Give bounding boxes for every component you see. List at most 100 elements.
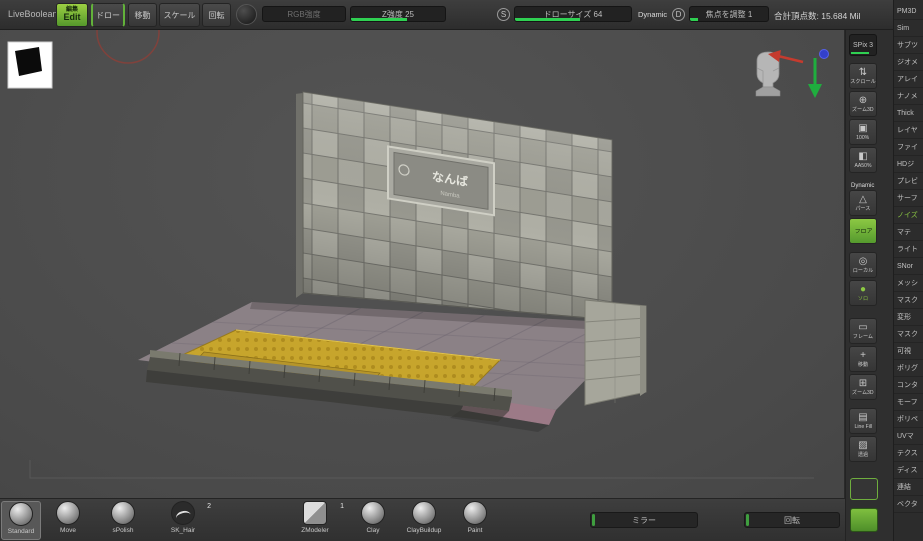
scroll-icon: ⇅ [858,66,868,78]
tool-panel-item[interactable]: テクス [894,445,923,462]
rotate-slider[interactable]: 回転 [744,512,840,528]
tool-panel-item[interactable]: コンタ [894,377,923,394]
mirror-slider[interactable]: ミラー [590,512,698,528]
z-intensity-slider[interactable]: Z強度 25 [350,6,446,22]
brush-spolish[interactable]: sPolish [99,501,147,540]
edit-button[interactable]: 編集 Edit [56,3,88,27]
tool-panel-item[interactable]: マスク [894,292,923,309]
tool-panel-item[interactable]: ディス [894,462,923,479]
tool-panel-item[interactable]: プレビ [894,173,923,190]
tool-panel-item[interactable]: メッシ [894,275,923,292]
brush-label: Paint [467,527,483,534]
shelf-button-aa-half[interactable]: ◧ AA50% [849,147,877,173]
shelf-label-actual-size: 100% [856,134,870,141]
alpha-preview[interactable] [7,41,53,89]
shelf-label-zoom-view: ズーム3D [852,389,874,396]
tool-panel-item[interactable]: 変形 [894,309,923,326]
tool-panel-item[interactable]: 可視 [894,343,923,360]
actual-size-icon: ▣ [858,122,868,134]
brush-thumbnail-cube [303,501,327,525]
brush-thumbnail [361,501,385,525]
brush-thumbnail [9,502,33,526]
shelf-button-solo[interactable]: ● ソロ [849,280,877,306]
tool-panel-item[interactable]: モーフ [894,394,923,411]
shelf-bottom-button[interactable] [850,508,878,532]
draw-mode-button[interactable]: ドロー [91,3,125,27]
axis-x-arrow [777,54,804,64]
move-mode-button[interactable]: 移動 [128,3,157,27]
brush-sk-hair[interactable]: 2 SK_Hair [157,501,211,540]
tool-panel-item[interactable]: マスク [894,326,923,343]
tool-panel-item[interactable]: マテ [894,224,923,241]
tool-panel-item[interactable]: 連結 [894,479,923,496]
shelf-label-transparency: 透過 [857,451,869,458]
spix-slider[interactable]: SPix 3 [849,34,877,56]
tool-panel-item[interactable]: PM3D [894,3,923,20]
brush-badge: 1 [340,503,344,510]
rotate-mode-button[interactable]: 回転 [202,3,231,27]
brush-standard[interactable]: Standard [1,501,41,540]
rgb-intensity-slider[interactable]: RGB強度 [262,6,346,22]
shelf-button-line-fill[interactable]: ▤ Line Fill [849,408,877,434]
zoom-icon: ⊕ [858,94,868,106]
shelf-button-perspective[interactable]: △ パース [849,190,877,216]
tool-panel-item[interactable]: レイヤ [894,122,923,139]
tool-panel-item[interactable]: ポリペ [894,411,923,428]
move-mode-label: 移動 [134,10,151,20]
tool-panel-item[interactable]: HDジ [894,156,923,173]
draw-mode-label: ドロー [96,10,120,20]
canvas-viewport[interactable]: なんば Namba [0,30,845,498]
stroke-preview-circle [96,30,160,64]
shelf-button-zoom-view[interactable]: ⊞ ズーム3D [849,374,877,400]
tool-panel-item[interactable]: UVマ [894,428,923,445]
dynamic-toggle[interactable]: Dynamic [638,10,667,19]
shelf-button-transparency[interactable]: ▨ 透過 [849,436,877,462]
shelf-label-perspective: パース [855,205,871,212]
tool-panel-item[interactable]: ベクタ [894,496,923,513]
shelf-button-zoom3d[interactable]: ⊕ ズーム3D [849,91,877,117]
tool-panel-item[interactable]: ポリグ [894,360,923,377]
tool-panel-item[interactable]: アレイ [894,71,923,88]
frame-icon: ▭ [858,321,868,333]
brush-paint[interactable]: Paint [454,501,496,540]
brush-claybuildup[interactable]: ClayBuildup [396,501,452,540]
brush-label: Clay [366,527,380,534]
total-points-readout: 合計頂点数: 15.684 Mil [774,11,861,21]
brush-bar: Standard Move sPolish 2 SK_Hair 1 ZModel… [0,498,845,541]
shelf-button-frame[interactable]: ▭ フレーム [849,318,877,344]
tool-panel-item[interactable]: サブツ [894,37,923,54]
shelf-label-zoom3d: ズーム3D [852,106,874,113]
brush-thumbnail [56,501,80,525]
shelf-button-move-view[interactable]: + 移動 [849,346,877,372]
tool-panel-item[interactable]: Thick [894,105,923,122]
aa-half-icon: ◧ [858,150,868,162]
depth-indicator: D [672,8,685,21]
tool-panel-item[interactable]: サーフ [894,190,923,207]
scale-mode-button[interactable]: スケール [159,3,200,27]
shelf-button-actual-size[interactable]: ▣ 100% [849,119,877,145]
shelf-label-move-view: 移動 [857,361,869,368]
shelf-button-local[interactable]: ◎ ローカル [849,252,877,278]
tool-panel-item[interactable]: SNor [894,258,923,275]
brush-label: Standard [7,528,35,535]
focal-shift-slider[interactable]: 焦点を調整 1 [689,6,769,22]
top-toolbar: LiveBoolean 編集 Edit ドロー 移動 スケール 回転 RGB強度… [0,0,893,30]
tool-panel-item[interactable]: ライト [894,241,923,258]
shelf-label-line-fill: Line Fill [854,423,872,430]
material-orb-icon[interactable] [236,4,257,25]
tool-panel-item[interactable]: ファイ [894,139,923,156]
shelf-button-scroll[interactable]: ⇅ スクロール [849,63,877,89]
tool-panel-item[interactable]: ナノメ [894,88,923,105]
axis-z-dot[interactable] [819,49,829,59]
live-boolean-toggle[interactable]: LiveBoolean [8,9,58,19]
tool-panel-item[interactable]: Sim [894,20,923,37]
shelf-button-ghost[interactable] [850,478,878,500]
transparency-icon: ▨ [858,439,868,451]
draw-size-slider[interactable]: ドローサイズ 64 [514,6,632,22]
brush-clay[interactable]: Clay [351,501,395,540]
tool-panel-item-noise[interactable]: ノイズ [894,207,923,224]
shelf-button-floor[interactable]: フロア [849,218,877,244]
brush-move[interactable]: Move [47,501,89,540]
brush-zmodeler[interactable]: 1 ZModeler [288,501,344,540]
tool-panel-item[interactable]: ジオメ [894,54,923,71]
